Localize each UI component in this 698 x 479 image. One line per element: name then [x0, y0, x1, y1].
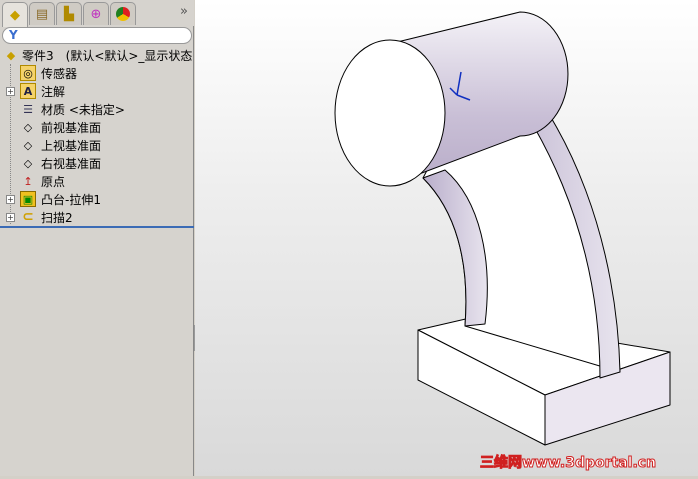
tree-item-sweep[interactable]: + ⊂ 扫描2: [0, 208, 194, 226]
annotation-folder-icon: A: [20, 83, 36, 99]
config-icon: ▙: [64, 6, 74, 22]
appearance-icon: [116, 7, 130, 21]
dimxpert-tab[interactable]: ⊕: [83, 2, 109, 25]
more-tabs-button[interactable]: »: [180, 4, 188, 19]
cylinder-front-face: [334, 39, 446, 187]
expand-toggle[interactable]: +: [6, 212, 15, 222]
tree-item-material[interactable]: ☰ 材质 <未指定>: [0, 100, 194, 118]
tree-item-origin[interactable]: ↥ 原点: [0, 172, 194, 190]
filter-icon: Y: [9, 28, 18, 42]
display-manager-tab[interactable]: [110, 2, 136, 25]
plane-icon: ◇: [23, 156, 33, 170]
tree-item-sensors[interactable]: ◎ 传感器: [0, 64, 194, 82]
part-icon: ◆: [6, 48, 16, 62]
feature-manager-panel: ◆ ▤ ▙ ⊕ » Y ◆ 零件3 (默认<默认>_显示状态 ◎ 传感器 + A 注解 …: [0, 0, 194, 476]
plane-icon: ◇: [23, 138, 33, 152]
tree-root-part[interactable]: ◆ 零件3 (默认<默认>_显示状态: [0, 46, 194, 64]
expand-toggle[interactable]: +: [6, 194, 15, 204]
rollback-bar[interactable]: [0, 226, 194, 228]
panel-tabs: ◆ ▤ ▙ ⊕ »: [0, 0, 194, 27]
origin-icon: ↥: [23, 174, 33, 188]
expand-toggle[interactable]: +: [6, 86, 15, 96]
property-icon: ▤: [35, 6, 49, 22]
tree-item-front-plane[interactable]: ◇ 前视基准面: [0, 118, 194, 136]
tree-item-right-plane[interactable]: ◇ 右视基准面: [0, 154, 194, 172]
sensor-folder-icon: ◎: [20, 65, 36, 81]
tree-item-top-plane[interactable]: ◇ 上视基准面: [0, 136, 194, 154]
graphics-area[interactable]: [195, 0, 698, 476]
feature-tree: ◆ 零件3 (默认<默认>_显示状态 ◎ 传感器 + A 注解 ☰ 材质 <未指定> ◇ 前…: [0, 46, 194, 226]
filter-input[interactable]: Y: [2, 27, 192, 44]
configurationmanager-tab[interactable]: ▙: [56, 2, 82, 25]
boss-extrude-icon: ▣: [20, 191, 36, 207]
material-icon: ☰: [23, 102, 33, 116]
tree-item-boss-extrude[interactable]: + ▣ 凸台-拉伸1: [0, 190, 194, 208]
watermark: 三维网www.3dportal.cn: [479, 455, 657, 472]
featuremanager-tab[interactable]: ◆: [2, 2, 28, 27]
model-3d[interactable]: [195, 0, 698, 476]
part-icon: ◆: [10, 7, 20, 23]
propertymanager-tab[interactable]: ▤: [29, 2, 55, 25]
tree-item-annotations[interactable]: + A 注解: [0, 82, 194, 100]
plane-icon: ◇: [23, 120, 33, 134]
sweep-icon: ⊂: [22, 209, 34, 225]
crosshair-icon: ⊕: [90, 6, 102, 22]
